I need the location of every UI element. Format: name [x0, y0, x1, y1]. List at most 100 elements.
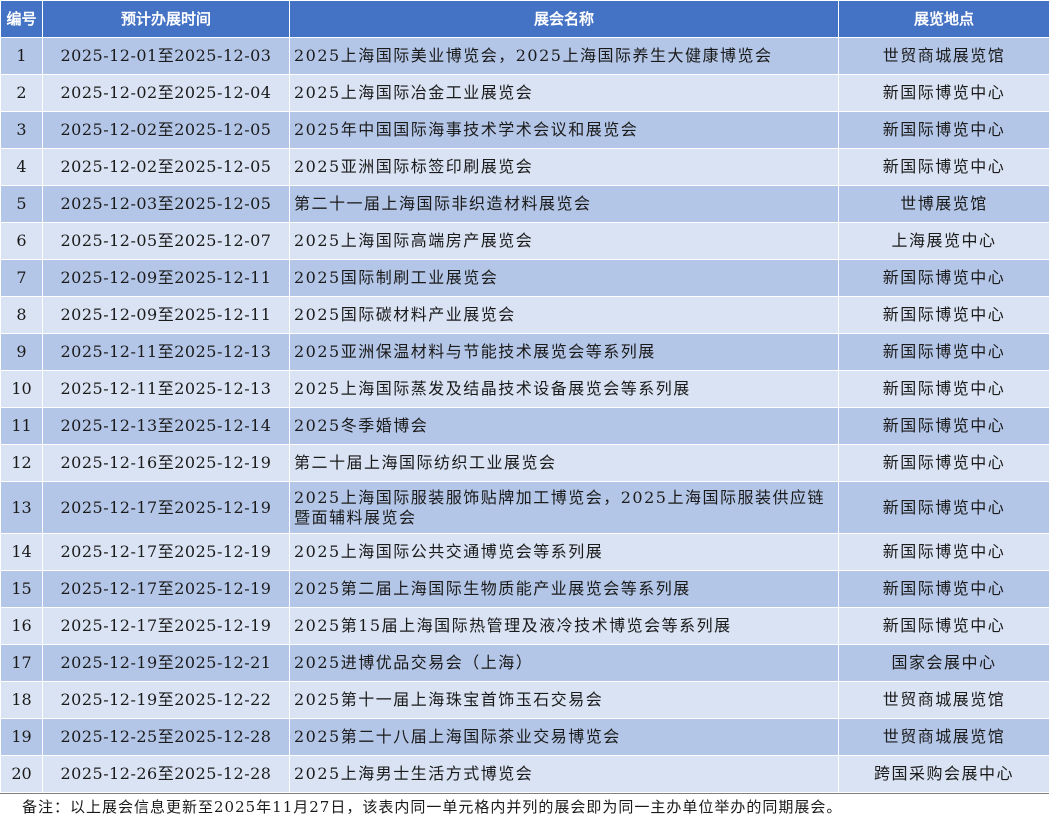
cell-exhibition-name: 2025上海国际蒸发及结晶技术设备展览会等系列展 — [290, 371, 839, 408]
cell-exhibition-name: 2025年中国国际海事技术学术会议和展览会 — [290, 112, 839, 149]
cell-location: 新国际博览中心 — [839, 371, 1049, 408]
header-name: 展会名称 — [290, 1, 839, 38]
cell-number: 15 — [1, 571, 43, 608]
cell-location: 上海展览中心 — [839, 223, 1049, 260]
cell-number: 10 — [1, 371, 43, 408]
cell-number: 1 — [1, 38, 43, 75]
table-row: 152025-12-17至2025-12-192025第二届上海国际生物质能产业… — [1, 571, 1049, 608]
header-number: 编号 — [1, 1, 43, 38]
cell-number: 16 — [1, 608, 43, 645]
cell-number: 9 — [1, 334, 43, 371]
cell-date: 2025-12-26至2025-12-28 — [43, 756, 290, 793]
cell-location: 世贸商城展览馆 — [839, 719, 1049, 756]
cell-location: 新国际博览中心 — [839, 297, 1049, 334]
exhibition-table: 编号 预计办展时间 展会名称 展览地点 12025-12-01至2025-12-… — [0, 0, 1049, 793]
cell-location: 跨国采购会展中心 — [839, 756, 1049, 793]
cell-location: 新国际博览中心 — [839, 112, 1049, 149]
cell-location: 新国际博览中心 — [839, 260, 1049, 297]
cell-date: 2025-12-17至2025-12-19 — [43, 482, 290, 534]
cell-number: 8 — [1, 297, 43, 334]
cell-location: 新国际博览中心 — [839, 149, 1049, 186]
cell-location: 世贸商城展览馆 — [839, 38, 1049, 75]
cell-date: 2025-12-02至2025-12-04 — [43, 75, 290, 112]
cell-number: 4 — [1, 149, 43, 186]
cell-date: 2025-12-19至2025-12-21 — [43, 645, 290, 682]
cell-date: 2025-12-11至2025-12-13 — [43, 371, 290, 408]
table-row: 22025-12-02至2025-12-042025上海国际冶金工业展览会新国际… — [1, 75, 1049, 112]
cell-exhibition-name: 2025亚洲国际标签印刷展览会 — [290, 149, 839, 186]
table-row: 172025-12-19至2025-12-212025进博优品交易会（上海）国家… — [1, 645, 1049, 682]
cell-date: 2025-12-11至2025-12-13 — [43, 334, 290, 371]
cell-number: 3 — [1, 112, 43, 149]
table-row: 62025-12-05至2025-12-072025上海国际高端房产展览会上海展… — [1, 223, 1049, 260]
table-header-row: 编号 预计办展时间 展会名称 展览地点 — [1, 1, 1049, 38]
cell-location: 新国际博览中心 — [839, 408, 1049, 445]
cell-exhibition-name: 2025冬季婚博会 — [290, 408, 839, 445]
cell-location: 新国际博览中心 — [839, 534, 1049, 571]
table-row: 102025-12-11至2025-12-132025上海国际蒸发及结晶技术设备… — [1, 371, 1049, 408]
cell-date: 2025-12-03至2025-12-05 — [43, 186, 290, 223]
cell-exhibition-name: 2025国际碳材料产业展览会 — [290, 297, 839, 334]
cell-exhibition-name: 2025上海国际美业博览会，2025上海国际养生大健康博览会 — [290, 38, 839, 75]
cell-location: 世贸商城展览馆 — [839, 682, 1049, 719]
cell-date: 2025-12-01至2025-12-03 — [43, 38, 290, 75]
cell-exhibition-name: 第二十届上海国际纺织工业展览会 — [290, 445, 839, 482]
cell-location: 新国际博览中心 — [839, 334, 1049, 371]
cell-number: 20 — [1, 756, 43, 793]
cell-location: 国家会展中心 — [839, 645, 1049, 682]
cell-number: 6 — [1, 223, 43, 260]
table-row: 182025-12-19至2025-12-222025第十一届上海珠宝首饰玉石交… — [1, 682, 1049, 719]
cell-number: 5 — [1, 186, 43, 223]
cell-exhibition-name: 2025第二届上海国际生物质能产业展览会等系列展 — [290, 571, 839, 608]
cell-number: 7 — [1, 260, 43, 297]
table-row: 42025-12-02至2025-12-052025亚洲国际标签印刷展览会新国际… — [1, 149, 1049, 186]
cell-exhibition-name: 2025第15届上海国际热管理及液冷技术博览会等系列展 — [290, 608, 839, 645]
header-location: 展览地点 — [839, 1, 1049, 38]
cell-number: 13 — [1, 482, 43, 534]
table-row: 12025-12-01至2025-12-032025上海国际美业博览会，2025… — [1, 38, 1049, 75]
cell-exhibition-name: 第二十一届上海国际非织造材料展览会 — [290, 186, 839, 223]
cell-exhibition-name: 2025国际制刷工业展览会 — [290, 260, 839, 297]
header-date: 预计办展时间 — [43, 1, 290, 38]
cell-date: 2025-12-02至2025-12-05 — [43, 149, 290, 186]
cell-number: 19 — [1, 719, 43, 756]
cell-date: 2025-12-19至2025-12-22 — [43, 682, 290, 719]
cell-location: 新国际博览中心 — [839, 75, 1049, 112]
cell-date: 2025-12-16至2025-12-19 — [43, 445, 290, 482]
cell-location: 世博展览馆 — [839, 186, 1049, 223]
cell-exhibition-name: 2025进博优品交易会（上海） — [290, 645, 839, 682]
cell-date: 2025-12-05至2025-12-07 — [43, 223, 290, 260]
cell-number: 12 — [1, 445, 43, 482]
table-row: 192025-12-25至2025-12-282025第二十八届上海国际茶业交易… — [1, 719, 1049, 756]
table-note: 备注：以上展会信息更新至2025年11月27日，该表内同一单元格内并列的展会即为… — [0, 793, 1049, 821]
cell-exhibition-name: 2025上海国际高端房产展览会 — [290, 223, 839, 260]
cell-date: 2025-12-17至2025-12-19 — [43, 608, 290, 645]
table-row: 72025-12-09至2025-12-112025国际制刷工业展览会新国际博览… — [1, 260, 1049, 297]
cell-date: 2025-12-02至2025-12-05 — [43, 112, 290, 149]
cell-number: 14 — [1, 534, 43, 571]
table-row: 162025-12-17至2025-12-192025第15届上海国际热管理及液… — [1, 608, 1049, 645]
table-row: 52025-12-03至2025-12-05第二十一届上海国际非织造材料展览会世… — [1, 186, 1049, 223]
cell-location: 新国际博览中心 — [839, 608, 1049, 645]
cell-number: 18 — [1, 682, 43, 719]
table-row: 142025-12-17至2025-12-192025上海国际公共交通博览会等系… — [1, 534, 1049, 571]
table-row: 92025-12-11至2025-12-132025亚洲保温材料与节能技术展览会… — [1, 334, 1049, 371]
cell-date: 2025-12-17至2025-12-19 — [43, 534, 290, 571]
cell-number: 11 — [1, 408, 43, 445]
cell-exhibition-name: 2025上海国际公共交通博览会等系列展 — [290, 534, 839, 571]
table-row: 112025-12-13至2025-12-142025冬季婚博会新国际博览中心 — [1, 408, 1049, 445]
table-body: 12025-12-01至2025-12-032025上海国际美业博览会，2025… — [1, 38, 1049, 793]
cell-number: 2 — [1, 75, 43, 112]
table-row: 32025-12-02至2025-12-052025年中国国际海事技术学术会议和… — [1, 112, 1049, 149]
cell-date: 2025-12-13至2025-12-14 — [43, 408, 290, 445]
table-row: 82025-12-09至2025-12-112025国际碳材料产业展览会新国际博… — [1, 297, 1049, 334]
table-row: 132025-12-17至2025-12-192025上海国际服装服饰贴牌加工博… — [1, 482, 1049, 534]
table-row: 202025-12-26至2025-12-282025上海男士生活方式博览会跨国… — [1, 756, 1049, 793]
exhibition-table-container: 编号 预计办展时间 展会名称 展览地点 12025-12-01至2025-12-… — [0, 0, 1049, 821]
cell-date: 2025-12-09至2025-12-11 — [43, 297, 290, 334]
cell-date: 2025-12-09至2025-12-11 — [43, 260, 290, 297]
cell-date: 2025-12-25至2025-12-28 — [43, 719, 290, 756]
cell-exhibition-name: 2025第二十八届上海国际茶业交易博览会 — [290, 719, 839, 756]
cell-location: 新国际博览中心 — [839, 445, 1049, 482]
cell-location: 新国际博览中心 — [839, 571, 1049, 608]
